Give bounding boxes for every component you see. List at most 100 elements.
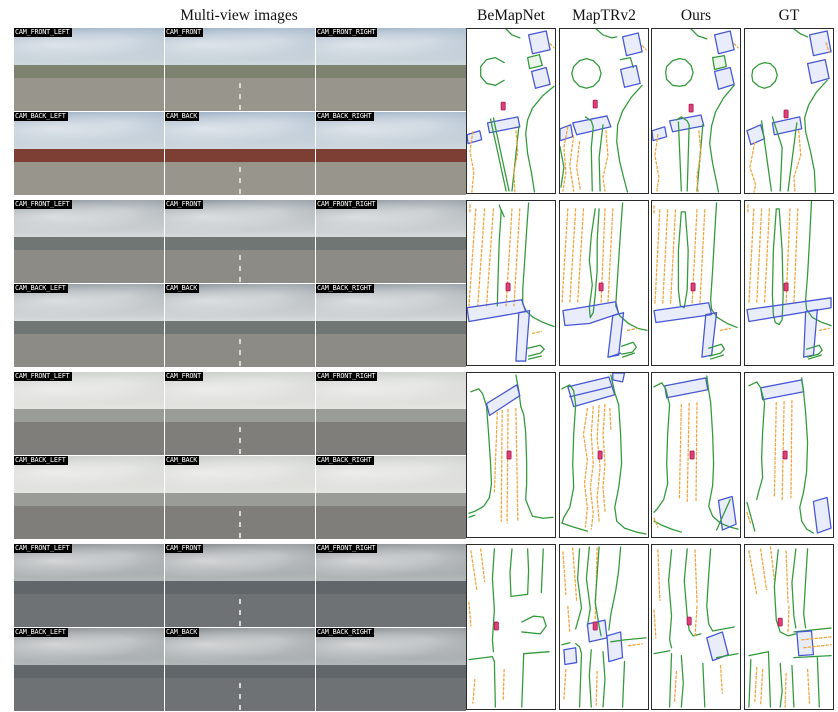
road-boundary-line (523, 203, 554, 326)
road-boundary-line (710, 85, 734, 192)
lane-marking (239, 339, 241, 367)
road-boundary-line (621, 58, 634, 68)
road-boundary-line (681, 656, 683, 707)
camera-label: CAM_BACK_RIGHT (316, 628, 374, 637)
ped-crossing-area (621, 66, 641, 88)
lane-divider-line (642, 46, 646, 50)
camera-image-cam_back: CAM_BACK (165, 112, 315, 195)
camera-image-cam_front: CAM_FRONT (165, 200, 315, 283)
skyline-band (165, 321, 315, 334)
camera-label: CAM_FRONT_RIGHT (316, 372, 377, 381)
ped-crossing-area (670, 115, 704, 132)
skyline-band (316, 237, 466, 250)
map-panel-ours-row4 (651, 544, 741, 710)
camera-label: CAM_BACK_RIGHT (316, 284, 374, 293)
map-panel-ours-row3 (651, 372, 741, 538)
road-boundary-line (713, 627, 735, 631)
method-header-gt: GT (744, 7, 834, 25)
camera-label: CAM_BACK (165, 112, 199, 121)
map-canvas (467, 545, 555, 709)
road-region (316, 506, 466, 539)
map-panel-bemapnet-row3 (466, 372, 556, 538)
ped-crossing-area (516, 311, 530, 361)
map-panel-gt-row1 (744, 28, 834, 194)
map-panel-gt-row4 (744, 544, 834, 710)
skyline-band (165, 581, 315, 594)
lane-divider-line (568, 606, 570, 632)
ped-crossing-area (564, 648, 577, 665)
map-canvas (652, 201, 740, 365)
road-boundary-line (492, 549, 494, 652)
road-region (316, 250, 466, 283)
road-boundary-line (654, 651, 670, 654)
lane-divider-line (765, 209, 770, 304)
road-boundary-line (762, 121, 772, 191)
road-boundary-line (703, 664, 705, 707)
lane-divider-line (564, 669, 566, 699)
ped-crossing-area (532, 68, 551, 89)
skyline-band (14, 493, 164, 506)
road-boundary-line (804, 549, 808, 628)
ped-crossing-area (747, 125, 765, 145)
road-boundary-line (666, 59, 693, 87)
lane-divider-line (583, 409, 587, 528)
road-boundary-line (562, 643, 570, 645)
skyline-band (14, 65, 164, 78)
lane-divider-line (655, 210, 660, 304)
skyline-band (316, 409, 466, 422)
multiview-header: Multi-view images (14, 7, 464, 25)
lane-divider-line (478, 209, 485, 306)
lane-divider-line (750, 143, 756, 192)
ego-vehicle-marker (593, 622, 597, 630)
ego-vehicle-marker (593, 100, 597, 108)
ego-vehicle-marker (598, 451, 602, 459)
lane-divider-line (720, 328, 730, 330)
road-boundary-line (749, 652, 769, 656)
road-region (14, 678, 164, 711)
lane-divider-line (761, 669, 763, 705)
lane-divider-line (603, 131, 608, 191)
lane-divider-line (770, 547, 774, 580)
multiview-row-2: CAM_FRONT_LEFTCAM_FRONTCAM_FRONT_RIGHTCA… (14, 200, 464, 366)
camera-label: CAM_BACK_LEFT (14, 456, 68, 465)
road-boundary-line (800, 378, 814, 533)
ped-crossing-area (810, 31, 832, 56)
skyline-band (165, 149, 315, 162)
ped-crossing-area (613, 373, 625, 382)
road-boundary-line (492, 657, 495, 707)
lane-divider-line (608, 209, 613, 304)
road-region (14, 78, 164, 111)
ped-crossing-area (715, 31, 735, 54)
lane-divider-line (494, 413, 497, 492)
camera-label: CAM_BACK_LEFT (14, 628, 68, 637)
map-canvas (560, 29, 648, 193)
lane-divider-line (603, 405, 605, 512)
lane-divider-line (533, 331, 542, 333)
road-boundary-line (654, 383, 670, 512)
lane-divider-line (550, 44, 554, 48)
road-boundary-line (481, 58, 504, 86)
camera-image-cam_back_right: CAM_BACK_RIGHT (316, 112, 466, 195)
road-boundary-line (780, 664, 782, 707)
lane-divider-line (503, 669, 504, 701)
skyline-band (14, 149, 164, 162)
road-region (14, 334, 164, 367)
camera-label: CAM_FRONT_LEFT (14, 28, 72, 37)
map-panel-maptrv2-row4 (559, 544, 649, 710)
road-region (14, 594, 164, 627)
ego-vehicle-marker (501, 102, 505, 110)
road-boundary-line (678, 212, 688, 308)
skyline-band (316, 149, 466, 162)
skyline-band (316, 493, 466, 506)
lane-divider-line (469, 209, 476, 306)
road-boundary-line (589, 650, 591, 707)
lane-divider-line (774, 403, 776, 498)
road-boundary-line (522, 616, 546, 634)
map-canvas (745, 201, 833, 365)
multiview-row-4: CAM_FRONT_LEFTCAM_FRONTCAM_FRONT_RIGHTCA… (14, 544, 464, 710)
ped-crossing-area (804, 310, 818, 357)
road-boundary-line (560, 147, 564, 188)
road-boundary-line (522, 654, 524, 707)
map-panel-bemapnet-row4 (466, 544, 556, 710)
lane-divider-line (697, 131, 701, 192)
